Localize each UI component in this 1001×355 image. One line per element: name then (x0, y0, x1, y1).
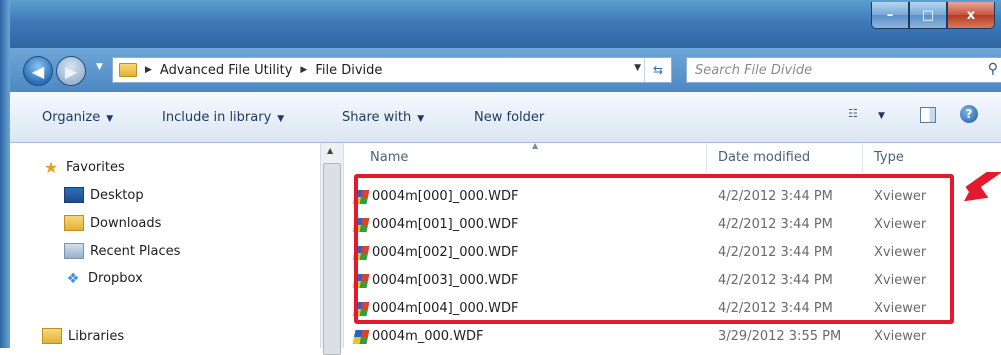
chevron-down-icon: ▼ (277, 114, 285, 124)
forward-button[interactable]: ▶ (56, 56, 86, 86)
forward-arrow-icon: ▶ (64, 61, 78, 81)
nav-item-dropbox[interactable]: ❖ Dropbox (64, 271, 143, 286)
file-name: 0004m_000.WDF (372, 329, 484, 344)
annotation-arrow-icon (962, 172, 1001, 212)
back-button[interactable]: ◀ (23, 56, 53, 86)
file-type: Xviewer (874, 329, 927, 344)
change-view-icon[interactable]: ☷ (848, 107, 862, 121)
nav-favorites[interactable]: ★ Favorites (42, 157, 125, 177)
back-arrow-icon: ◀ (31, 61, 45, 81)
nav-item-downloads[interactable]: Downloads (64, 215, 161, 231)
nav-item-label: Downloads (90, 215, 162, 231)
nav-item-label: Recent Places (90, 243, 181, 259)
caption-buttons: – □ x (871, 2, 995, 29)
chevron-down-icon: ▼ (106, 114, 114, 124)
nav-item-recent-places[interactable]: Recent Places (64, 243, 180, 259)
address-dropdown-icon[interactable]: ▼ (634, 63, 641, 73)
column-header-name-label: Name (370, 150, 409, 165)
maximize-button[interactable]: □ (909, 2, 947, 29)
view-options-dropdown-icon[interactable]: ▼ (878, 111, 885, 121)
new-folder-button[interactable]: New folder (474, 110, 544, 125)
breadcrumb-separator-icon[interactable]: ▶ (145, 65, 152, 75)
share-with-button[interactable]: Share with ▼ (342, 110, 424, 125)
search-placeholder: Search File Divide (695, 62, 813, 78)
column-header-name[interactable]: Name (370, 150, 408, 165)
search-icon[interactable]: ⚲ (988, 61, 998, 77)
libraries-icon (42, 328, 62, 344)
recent-places-icon (64, 243, 84, 259)
file-date: 3/29/2012 3:55 PM (718, 329, 842, 344)
nav-item-label: Desktop (90, 187, 144, 203)
nav-item-desktop[interactable]: Desktop (64, 187, 144, 203)
column-separator[interactable] (706, 143, 707, 173)
desktop-icon (64, 187, 84, 203)
organize-label: Organize (42, 110, 101, 125)
column-header-date-modified[interactable]: Date modified (718, 150, 810, 165)
include-in-library-label: Include in library (162, 110, 272, 125)
close-button[interactable]: x (947, 2, 995, 29)
scrollbar-thumb[interactable] (323, 163, 341, 355)
column-header-type-label: Type (874, 150, 904, 165)
command-bar: Organize ▼ Include in library ▼ Share with… (10, 92, 1001, 143)
address-row: ◀ ▶ ▼ ▶ Advanced File Utility ▶ File Div… (10, 48, 1001, 92)
highlight-box (354, 174, 954, 324)
column-separator[interactable] (862, 143, 863, 173)
dropbox-icon: ❖ (66, 270, 80, 287)
nav-libraries-label: Libraries (68, 328, 125, 344)
chevron-down-icon: ▼ (417, 114, 425, 124)
column-header-type[interactable]: Type (874, 150, 904, 165)
preview-pane-icon[interactable] (920, 107, 936, 123)
nav-favorites-label: Favorites (66, 160, 125, 175)
breadcrumb-separator-icon[interactable]: ▶ (300, 65, 307, 75)
help-icon[interactable]: ? (960, 105, 978, 123)
window-frame-left (0, 0, 10, 348)
minimize-button[interactable]: – (871, 2, 909, 29)
share-with-label: Share with (342, 110, 412, 125)
breadcrumb-advanced-file-utility[interactable]: Advanced File Utility (160, 63, 292, 78)
column-header-date-label: Date modified (718, 150, 811, 165)
address-bar[interactable]: ▶ Advanced File Utility ▶ File Divide ▼ … (112, 57, 672, 83)
title-bar: – □ x (0, 0, 1001, 48)
downloads-folder-icon (64, 215, 84, 231)
breadcrumb-file-divide[interactable]: File Divide (315, 63, 382, 78)
refresh-icon: ⇆ (652, 63, 664, 77)
nav-scrollbar[interactable]: ▲ (320, 143, 343, 355)
search-input[interactable]: Search File Divide ⚲ (686, 57, 1001, 83)
organize-button[interactable]: Organize ▼ (42, 110, 113, 125)
star-icon: ★ (43, 157, 59, 177)
nav-item-label: Dropbox (88, 271, 143, 286)
file-row[interactable]: 0004m_000.WDF 3/29/2012 3:55 PM Xviewer (344, 325, 1001, 349)
recent-pages-dropdown-icon[interactable]: ▼ (96, 62, 103, 72)
sort-ascending-icon: ▲ (532, 141, 539, 150)
include-in-library-button[interactable]: Include in library ▼ (162, 110, 284, 125)
nav-libraries[interactable]: Libraries (42, 328, 124, 344)
new-folder-label: New folder (474, 110, 545, 125)
xviewer-file-icon (352, 330, 370, 344)
refresh-button[interactable]: ⇆ (644, 58, 671, 82)
navigation-pane: ★ Favorites Desktop Downloads Recent Pla… (10, 143, 343, 348)
folder-icon (119, 63, 137, 77)
scroll-up-icon[interactable]: ▲ (327, 146, 333, 155)
